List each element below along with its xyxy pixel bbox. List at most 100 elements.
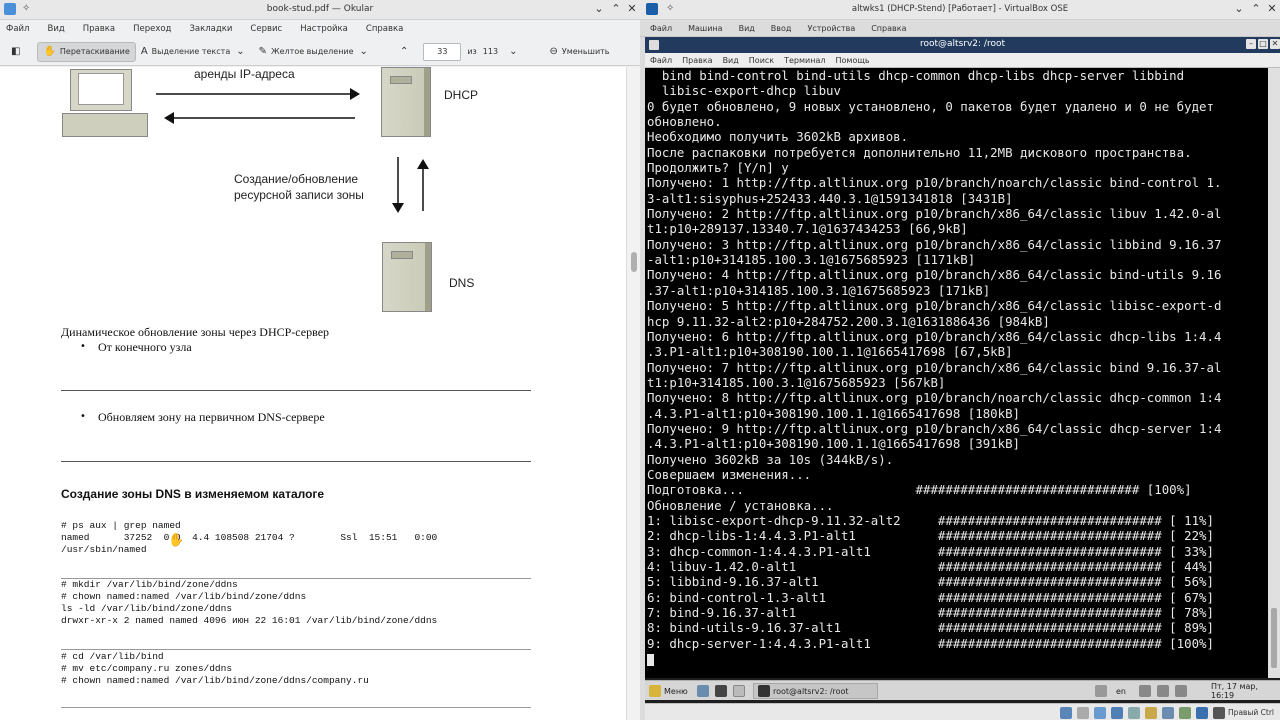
vbox-menu-devices[interactable]: Устройства	[807, 24, 855, 33]
terminal-line: Необходимо получить 3602kB архивов.	[647, 129, 909, 145]
terminal-line: Совершаем изменения...	[647, 466, 812, 482]
volume-icon[interactable]	[1139, 685, 1151, 697]
divider	[61, 707, 531, 708]
menu-edit[interactable]: Правка	[83, 24, 115, 34]
arrows	[156, 88, 360, 124]
close-icon[interactable]: ✕	[1265, 2, 1279, 15]
maximize-icon[interactable]: □	[1258, 39, 1268, 49]
divider	[61, 390, 531, 391]
vbox-window-title: altwks1 (DHCP-Stend) [Работает] - Virtua…	[851, 4, 1069, 14]
close-icon[interactable]: ✕	[625, 2, 639, 15]
hdd-icon[interactable]	[1060, 707, 1072, 719]
minimize-icon[interactable]: –	[1246, 39, 1256, 49]
highlight-button[interactable]: ✎ Желтое выделение ⌄	[254, 42, 377, 62]
scrollbar-thumb[interactable]	[631, 252, 637, 272]
terminal-line: Продолжить? [Y/n] y	[647, 160, 789, 176]
shared-folders-icon[interactable]	[1145, 707, 1157, 719]
vbox-titlebar[interactable]: ✧ altwks1 (DHCP-Stend) [Работает] - Virt…	[640, 0, 1280, 20]
optical-drive-icon[interactable]	[1077, 707, 1089, 719]
code-block-3: # cd /var/lib/bind # mv etc/company.ru z…	[61, 651, 369, 686]
scrollbar-thumb[interactable]	[1271, 608, 1277, 668]
file-manager-icon[interactable]	[697, 685, 709, 697]
close-icon[interactable]: ✕	[1270, 39, 1280, 49]
cpu-icon[interactable]	[1196, 707, 1208, 719]
menu-view[interactable]: Вид	[47, 24, 64, 34]
chevron-up-icon[interactable]: ⌃	[609, 2, 623, 15]
terminal-output[interactable]: bind bind-control bind-utils dhcp-common…	[645, 68, 1268, 678]
vbox-menu-machine[interactable]: Машина	[688, 24, 722, 33]
display-icon[interactable]	[1162, 707, 1174, 719]
term-menu-file[interactable]: Файл	[650, 56, 672, 65]
terminal-menubar: Файл Правка Вид Поиск Терминал Помощь	[645, 53, 1280, 68]
keyboard-layout[interactable]: en	[1116, 683, 1126, 699]
highlight-label: Желтое выделение	[271, 47, 354, 56]
pdf-page[interactable]: аренды IP-адреса DHCP Создание/обновлени…	[0, 67, 626, 720]
terminal-title: root@altsrv2: /root	[920, 39, 1005, 49]
terminal-prompt[interactable]	[645, 651, 1268, 666]
mouse-integration-icon[interactable]	[1213, 707, 1225, 719]
term-menu-terminal[interactable]: Терминал	[784, 56, 825, 65]
okular-scrollbar[interactable]	[626, 67, 640, 720]
battery-icon[interactable]	[1157, 685, 1169, 697]
zoom-out-label: Уменьшить	[561, 47, 610, 56]
clock[interactable]: Пт, 17 мар, 16:19	[1211, 682, 1280, 700]
term-menu-view[interactable]: Вид	[723, 56, 739, 65]
terminal-line: 8: bind-utils-9.16.37-alt1 #############…	[647, 620, 1214, 636]
vbox-menu-input[interactable]: Ввод	[771, 24, 792, 33]
page-number-input[interactable]: 33	[423, 42, 462, 61]
okular-window-title: book-stud.pdf — Okular	[266, 4, 374, 14]
drag-tool-button[interactable]: ✋ Перетаскивание	[37, 41, 136, 62]
network-adapter-icon[interactable]	[1111, 707, 1123, 719]
text-cursor	[647, 653, 654, 666]
terminal-launcher-icon[interactable]	[715, 685, 727, 697]
bullet-text-2: Обновляем зону на первичном DNS-сервере	[98, 410, 325, 424]
okular-toolbar: ◧ ✋ Перетаскивание A Выделение текста ⌄ …	[0, 38, 640, 66]
terminal-line: Получено: 4 http://ftp.altlinux.org p10/…	[647, 267, 1222, 283]
menu-bookmarks[interactable]: Закладки	[189, 24, 232, 34]
term-menu-edit[interactable]: Правка	[682, 56, 712, 65]
terminal-scrollbar[interactable]	[1268, 68, 1280, 678]
start-menu-button[interactable]: Меню	[649, 683, 688, 699]
zoom-out-button[interactable]: ⊖ Уменьшить	[544, 42, 614, 62]
taskbar-terminal-task[interactable]: root@altsrv2: /root	[753, 683, 878, 699]
show-desktop-icon[interactable]	[733, 685, 745, 697]
zoom-out-icon: ⊖	[549, 46, 558, 57]
guest-screen[interactable]: root@altsrv2: /root – □ ✕ Файл Правка Ви…	[645, 37, 1280, 720]
menu-settings[interactable]: Настройка	[300, 24, 348, 34]
terminal-titlebar[interactable]: root@altsrv2: /root – □ ✕	[645, 37, 1280, 53]
usb-icon[interactable]	[1128, 707, 1140, 719]
chevron-up-icon[interactable]: ⌃	[1249, 2, 1263, 15]
alt-logo-icon	[649, 685, 661, 697]
divider	[61, 649, 531, 650]
menu-file[interactable]: Файл	[6, 24, 29, 34]
vbox-menu-help[interactable]: Справка	[871, 24, 906, 33]
term-menu-search[interactable]: Поиск	[749, 56, 774, 65]
next-page-button[interactable]: ⌄	[504, 42, 526, 62]
terminal-line: libisc-export-dhcp libuv	[647, 83, 841, 99]
menu-tools[interactable]: Сервис	[250, 24, 282, 34]
network-icon[interactable]	[1095, 685, 1107, 697]
menu-go[interactable]: Переход	[133, 24, 171, 34]
chevron-down-icon[interactable]: ⌄	[592, 2, 606, 15]
dhcp-server-icon	[381, 67, 431, 137]
terminal-icon	[758, 685, 770, 697]
terminal-line: Получено: 5 http://ftp.altlinux.org p10/…	[647, 298, 1222, 314]
term-menu-help[interactable]: Помощь	[836, 56, 870, 65]
prev-page-button[interactable]: ⌃	[395, 42, 417, 62]
code-block-1: # ps aux | grep named named 37252 0.0 4.…	[61, 520, 438, 555]
audio-icon[interactable]	[1094, 707, 1106, 719]
sidebar-toggle-button[interactable]: ◧	[6, 42, 29, 62]
updates-icon[interactable]	[1175, 685, 1187, 697]
okular-titlebar[interactable]: ✧ book-stud.pdf — Okular ⌄ ⌃ ✕	[0, 0, 640, 20]
terminal-line: Получено: 8 http://ftp.altlinux.org p10/…	[647, 390, 1222, 406]
vbox-menu-file[interactable]: Файл	[650, 24, 672, 33]
terminal-line: Подготовка... ##########################…	[647, 482, 1192, 498]
text-select-button[interactable]: A Выделение текста ⌄	[136, 42, 254, 62]
chevron-down-icon[interactable]: ⌄	[1232, 2, 1246, 15]
recording-icon[interactable]	[1179, 707, 1191, 719]
vbox-statusbar: Правый Ctrl	[645, 703, 1280, 720]
terminal-line: 3: dhcp-common-1:4.4.3.P1-alt1 #########…	[647, 543, 1214, 559]
chevron-down-icon: ⌄	[359, 46, 368, 57]
vbox-menu-view[interactable]: Вид	[739, 24, 755, 33]
menu-help[interactable]: Справка	[366, 24, 403, 34]
